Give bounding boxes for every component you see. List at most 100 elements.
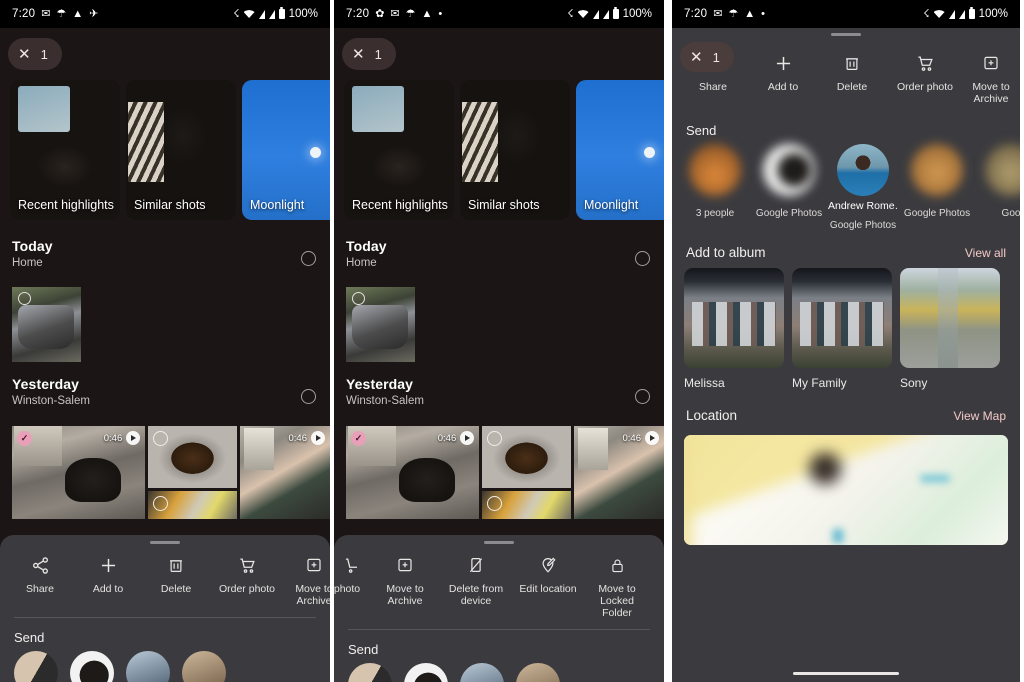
send-avatar[interactable]: [126, 651, 170, 682]
selection-count: 1: [40, 46, 48, 62]
suggestion-card-similar-shots[interactable]: Similar shots: [126, 80, 236, 220]
send-target[interactable]: Goo: [980, 144, 1020, 231]
action-order-photo-partial[interactable]: photo: [334, 554, 370, 619]
wifi-mesh-icon: ☂: [56, 7, 67, 20]
send-section-title: Send: [14, 630, 45, 645]
signal-icon-2: [268, 9, 275, 19]
photo-select-circle[interactable]: [245, 431, 261, 446]
action-move-to-locked-folder[interactable]: Move to Locked Folder: [584, 554, 650, 619]
map-blur-layer: [684, 435, 1008, 545]
video-duration-text: 0:46: [288, 432, 308, 444]
send-target[interactable]: 3 people: [684, 144, 746, 231]
send-avatar[interactable]: [348, 663, 392, 682]
photo-select-circle[interactable]: [153, 496, 169, 511]
archive-icon: [305, 554, 323, 576]
photo-grid-item[interactable]: 0:46: [574, 426, 664, 519]
suggestion-card-label: Moonlight: [250, 198, 305, 212]
send-avatar[interactable]: [14, 651, 58, 682]
bluetooth-icon: ☇: [233, 7, 240, 20]
location-map-thumbnail[interactable]: [684, 435, 1008, 545]
status-bar: 7:20 ✉ ☂ ▲ • ☇ 100%: [672, 0, 1020, 28]
wifi-mesh-icon: ☂: [728, 7, 739, 20]
album-item-sony[interactable]: Sony: [900, 268, 1000, 390]
date-subtitle: Home: [346, 257, 377, 269]
send-avatar[interactable]: [70, 651, 114, 682]
photo-grid-column: [482, 426, 572, 519]
photo-grid-item[interactable]: [482, 426, 572, 488]
photo-thumbnail-today[interactable]: [346, 287, 415, 362]
action-share[interactable]: Share: [6, 554, 74, 607]
action-order-photo[interactable]: Order photo: [886, 52, 964, 105]
action-label: Add to: [767, 81, 799, 93]
close-selection-chip[interactable]: ✕ 1: [342, 38, 396, 70]
action-delete[interactable]: Delete: [142, 554, 210, 607]
select-all-yesterday-circle[interactable]: [301, 389, 316, 404]
view-map-link[interactable]: View Map: [954, 409, 1006, 423]
photo-select-circle[interactable]: [352, 292, 365, 305]
select-all-today-circle[interactable]: [635, 251, 650, 266]
battery-icon: [968, 7, 975, 19]
action-delete[interactable]: Delete: [818, 52, 886, 105]
send-target-andrew[interactable]: Andrew Rome… Google Photos: [828, 144, 898, 231]
action-label: Move to Archive: [386, 583, 424, 607]
album-thumbnail: [900, 268, 1000, 368]
delete-device-icon: [467, 554, 485, 576]
plus-icon: [98, 554, 119, 576]
photo-grid-item-selected[interactable]: ✓ 0:46: [12, 426, 146, 519]
send-avatar[interactable]: [460, 663, 504, 682]
action-add-to[interactable]: Add to: [748, 52, 818, 105]
action-label: Order photo: [218, 583, 276, 595]
photo-thumbnail-today[interactable]: [12, 287, 81, 362]
photo-grid-item[interactable]: [482, 491, 572, 519]
photo-grid: ✓ 0:46 0:46: [346, 426, 664, 519]
nest-home-icon: ▲: [421, 7, 433, 20]
close-icon: ✕: [18, 45, 31, 63]
date-title: Today: [12, 238, 53, 254]
select-all-yesterday-circle[interactable]: [635, 389, 650, 404]
video-duration-text: 0:46: [437, 432, 457, 444]
action-move-to-archive[interactable]: Move to Archive: [370, 554, 440, 619]
trash-icon: [167, 554, 185, 576]
status-time: 7:20: [346, 8, 370, 20]
send-target[interactable]: Google Photos: [904, 144, 970, 231]
send-avatars-row: [0, 651, 330, 682]
photo-select-circle[interactable]: [579, 431, 595, 446]
photo-grid-item[interactable]: 0:46: [240, 426, 330, 519]
action-move-to-archive[interactable]: Move to Archive: [964, 52, 1018, 105]
photo-grid-item-selected[interactable]: ✓ 0:46: [346, 426, 480, 519]
close-selection-chip[interactable]: ✕ 1: [680, 42, 734, 72]
view-all-link[interactable]: View all: [965, 246, 1006, 260]
photo-select-circle[interactable]: [153, 431, 169, 446]
album-item-melissa[interactable]: Melissa: [684, 268, 784, 390]
suggestion-card-moonlight[interactable]: Moonlight: [576, 80, 664, 220]
action-order-photo[interactable]: Order photo: [210, 554, 284, 607]
suggestion-card-recent-highlights[interactable]: Recent highlights: [344, 80, 454, 220]
suggestion-card-moonlight[interactable]: Moonlight: [242, 80, 330, 220]
suggestion-card-similar-shots[interactable]: Similar shots: [460, 80, 570, 220]
action-delete-from-device[interactable]: Delete from device: [440, 554, 512, 619]
photo-grid-item[interactable]: [148, 491, 238, 519]
album-item-my-family[interactable]: My Family: [792, 268, 892, 390]
send-target-name: Andrew Rome…: [828, 200, 898, 212]
status-bar: 7:20 ✿ ✉ ☂ ▲ • ☇ 100%: [334, 0, 664, 28]
date-title: Today: [346, 238, 387, 254]
action-edit-location[interactable]: Edit location: [512, 554, 584, 619]
status-bar-left: 7:20 ✉ ☂ ▲ ✈: [12, 8, 98, 20]
action-label: Delete: [160, 583, 192, 595]
send-avatar[interactable]: [404, 663, 448, 682]
close-icon: ✕: [690, 48, 703, 66]
send-avatar[interactable]: [516, 663, 560, 682]
send-target[interactable]: Google Photos: [756, 144, 822, 231]
action-move-to-archive[interactable]: Move to Archive: [284, 554, 330, 607]
photo-select-circle[interactable]: [18, 292, 31, 305]
select-all-today-circle[interactable]: [301, 251, 316, 266]
photo-grid-item[interactable]: [148, 426, 238, 488]
send-avatar[interactable]: [182, 651, 226, 682]
date-title: Yesterday: [346, 376, 414, 392]
action-add-to[interactable]: Add to: [74, 554, 142, 607]
send-target-avatar: [763, 144, 815, 196]
suggestion-card-recent-highlights[interactable]: Recent highlights: [10, 80, 120, 220]
photo-select-circle[interactable]: [487, 496, 503, 511]
photo-select-circle[interactable]: [487, 431, 503, 446]
close-selection-chip[interactable]: ✕ 1: [8, 38, 62, 70]
